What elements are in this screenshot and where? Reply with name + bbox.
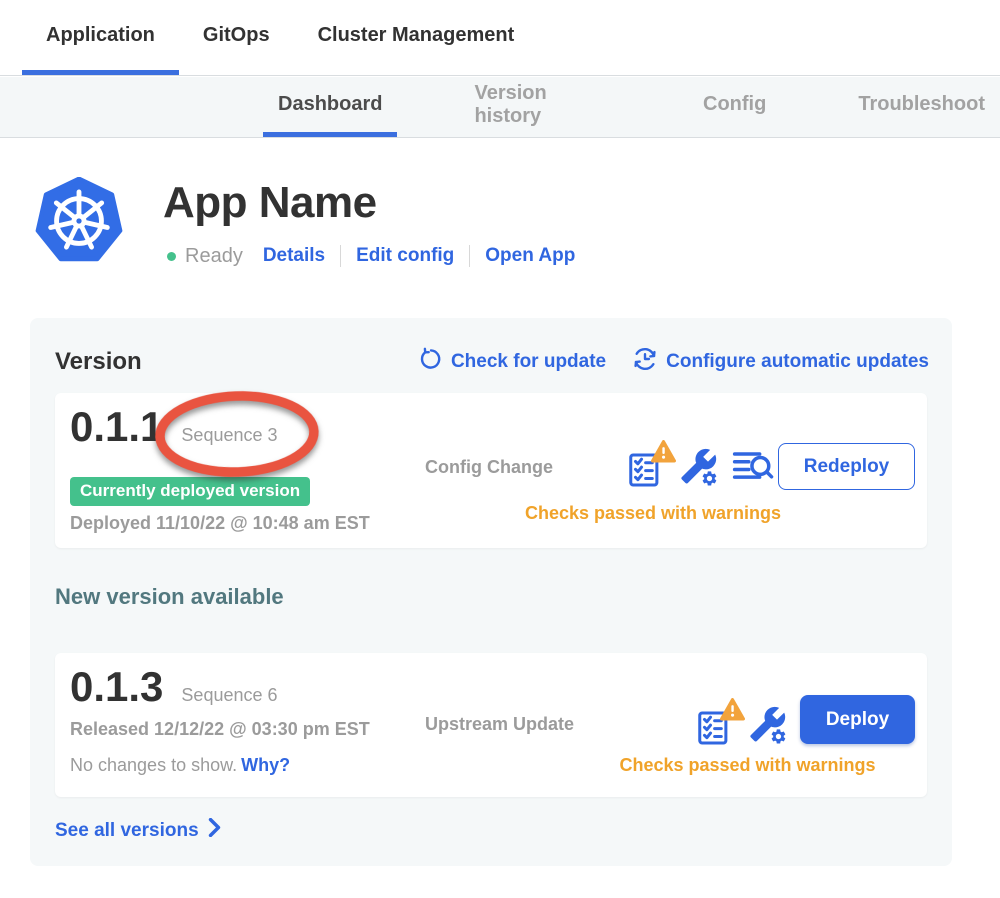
current-version-sequence: Sequence 3 bbox=[181, 425, 277, 446]
preflight-checks-icon[interactable] bbox=[626, 450, 664, 490]
edit-config-link[interactable]: Edit config bbox=[356, 245, 454, 267]
version-source-label: Upstream Update bbox=[425, 714, 574, 735]
check-for-update-button[interactable]: Check for update bbox=[419, 347, 606, 377]
app-status-label: Ready bbox=[185, 245, 243, 268]
version-panel: Version Check for update bbox=[30, 318, 952, 866]
new-version-available-heading: New version available bbox=[55, 584, 284, 610]
warning-triangle-icon bbox=[720, 698, 745, 726]
check-for-update-label: Check for update bbox=[451, 351, 606, 373]
primary-nav: Application GitOps Cluster Management bbox=[0, 0, 1000, 76]
view-files-icon[interactable] bbox=[732, 449, 774, 490]
version-source-label: Config Change bbox=[425, 457, 553, 478]
new-version-card: 0.1.3 Sequence 6 Released 12/12/22 @ 03:… bbox=[55, 653, 927, 797]
deployed-timestamp: Deployed 11/10/22 @ 10:48 am EST bbox=[70, 513, 370, 534]
preflight-status-text: Checks passed with warnings bbox=[463, 503, 843, 524]
tab-application[interactable]: Application bbox=[22, 0, 179, 75]
admin-console-page: Application GitOps Cluster Management Da… bbox=[0, 0, 1000, 898]
why-link[interactable]: Why? bbox=[241, 755, 290, 775]
configure-automatic-updates-button[interactable]: Configure automatic updates bbox=[632, 346, 929, 378]
see-all-versions-label: See all versions bbox=[55, 820, 199, 842]
deploy-button[interactable]: Deploy bbox=[800, 695, 915, 744]
config-wrench-gear-icon[interactable] bbox=[747, 705, 787, 750]
warning-triangle-icon bbox=[651, 440, 676, 468]
divider bbox=[469, 245, 470, 267]
auto-update-schedule-icon bbox=[632, 346, 658, 378]
divider bbox=[340, 245, 341, 267]
refresh-icon bbox=[419, 347, 443, 377]
app-title: App Name bbox=[163, 178, 377, 228]
current-version-number: 0.1.1 bbox=[70, 403, 163, 451]
secondary-nav: Dashboard Version history Config Trouble… bbox=[0, 77, 1000, 138]
tab-gitops[interactable]: GitOps bbox=[179, 0, 294, 75]
currently-deployed-badge: Currently deployed version bbox=[70, 477, 310, 506]
details-link[interactable]: Details bbox=[263, 245, 325, 267]
new-version-sequence: Sequence 6 bbox=[181, 685, 277, 706]
see-all-versions-link[interactable]: See all versions bbox=[55, 818, 221, 843]
preflight-status-text: Checks passed with warnings bbox=[575, 755, 920, 776]
redeploy-button[interactable]: Redeploy bbox=[778, 443, 915, 490]
released-timestamp: Released 12/12/22 @ 03:30 pm EST bbox=[70, 719, 370, 740]
preflight-checks-icon[interactable] bbox=[695, 708, 733, 748]
app-status-row: Ready Details Edit config Open App bbox=[167, 242, 575, 270]
kubernetes-logo-icon bbox=[35, 177, 123, 265]
version-panel-title: Version bbox=[55, 348, 142, 376]
new-version-number: 0.1.3 bbox=[70, 663, 163, 711]
tab-cluster-management[interactable]: Cluster Management bbox=[294, 0, 539, 75]
chevron-right-icon bbox=[208, 818, 221, 843]
no-changes-text: No changes to show.Why? bbox=[70, 755, 290, 776]
tab-config[interactable]: Config bbox=[688, 77, 781, 137]
configure-automatic-updates-label: Configure automatic updates bbox=[666, 351, 929, 373]
tab-version-history[interactable]: Version history bbox=[459, 77, 626, 137]
tab-troubleshoot[interactable]: Troubleshoot bbox=[843, 77, 1000, 137]
tab-dashboard[interactable]: Dashboard bbox=[263, 77, 397, 137]
open-app-link[interactable]: Open App bbox=[485, 245, 575, 267]
current-version-card: 0.1.1 Sequence 3 Currently deployed vers… bbox=[55, 393, 927, 548]
config-wrench-gear-icon[interactable] bbox=[678, 447, 718, 492]
ready-status-dot-icon bbox=[167, 252, 176, 261]
